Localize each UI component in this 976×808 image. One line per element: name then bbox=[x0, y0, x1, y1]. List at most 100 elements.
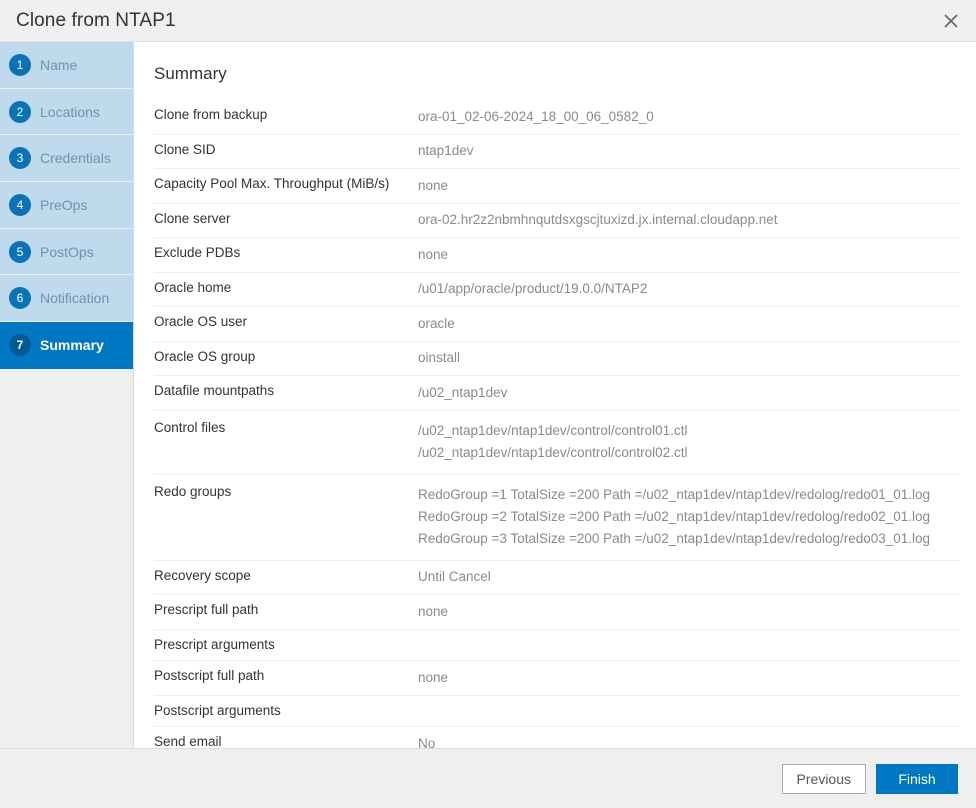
summary-row-label: Postscript arguments bbox=[154, 695, 418, 727]
dialog-body: 1 Name 2 Locations 3 Credentials 4 PreOp… bbox=[0, 42, 976, 748]
summary-row-value: /u01/app/oracle/product/19.0.0/NTAP2 bbox=[418, 272, 960, 307]
summary-row-label: Clone server bbox=[154, 203, 418, 238]
close-icon[interactable] bbox=[936, 6, 966, 36]
summary-value-line: oinstall bbox=[418, 349, 960, 368]
summary-row-label: Clone from backup bbox=[154, 100, 418, 134]
step-number-badge: 6 bbox=[9, 287, 31, 309]
sidebar-item-preops[interactable]: 4 PreOps bbox=[0, 182, 133, 229]
summary-row-label: Recovery scope bbox=[154, 560, 418, 595]
summary-row-value: ora-02.hr2z2nbmhnqutdsxgscjtuxizd.jx.int… bbox=[418, 203, 960, 238]
step-number-badge: 3 bbox=[9, 147, 31, 169]
table-row: Send emailNo bbox=[154, 727, 960, 748]
summary-row-value: ora-01_02-06-2024_18_00_06_0582_0 bbox=[418, 100, 960, 134]
sidebar-filler bbox=[0, 369, 133, 748]
step-number-badge: 7 bbox=[9, 334, 31, 356]
summary-row-value: none bbox=[418, 661, 960, 696]
summary-value-line: none bbox=[418, 602, 960, 621]
summary-value-line: oracle bbox=[418, 314, 960, 333]
clone-wizard-dialog: Clone from NTAP1 1 Name 2 Locations 3 Cr… bbox=[0, 0, 976, 808]
dialog-footer: Previous Finish bbox=[0, 748, 976, 808]
sidebar-item-credentials[interactable]: 3 Credentials bbox=[0, 135, 133, 182]
table-row: Clone serverora-02.hr2z2nbmhnqutdsxgscjt… bbox=[154, 203, 960, 238]
summary-row-value: oracle bbox=[418, 307, 960, 342]
summary-row-value: /u02_ntap1dev bbox=[418, 376, 960, 411]
summary-row-label: Oracle OS group bbox=[154, 341, 418, 376]
table-row: Exclude PDBsnone bbox=[154, 238, 960, 273]
table-row: Oracle OS groupoinstall bbox=[154, 341, 960, 376]
sidebar-item-locations[interactable]: 2 Locations bbox=[0, 89, 133, 136]
summary-value-line: none bbox=[418, 176, 960, 195]
summary-row-label: Redo groups bbox=[154, 474, 418, 560]
table-row: Oracle OS useroracle bbox=[154, 307, 960, 342]
table-row: Postscript full pathnone bbox=[154, 661, 960, 696]
summary-row-value: oinstall bbox=[418, 341, 960, 376]
table-row: Datafile mountpaths/u02_ntap1dev bbox=[154, 376, 960, 411]
wizard-step-sidebar: 1 Name 2 Locations 3 Credentials 4 PreOp… bbox=[0, 42, 134, 748]
summary-row-value: Until Cancel bbox=[418, 560, 960, 595]
summary-row-value: none bbox=[418, 595, 960, 630]
table-row: Prescript full pathnone bbox=[154, 595, 960, 630]
summary-row-value: /u02_ntap1dev/ntap1dev/control/control01… bbox=[418, 410, 960, 474]
sidebar-item-label: Credentials bbox=[40, 150, 111, 166]
summary-row-label: Oracle OS user bbox=[154, 307, 418, 342]
summary-value-line: /u02_ntap1dev/ntap1dev/control/control01… bbox=[418, 420, 960, 442]
table-row: Capacity Pool Max. Throughput (MiB/s)non… bbox=[154, 169, 960, 204]
table-row: Prescript arguments bbox=[154, 629, 960, 661]
summary-table: Clone from backupora-01_02-06-2024_18_00… bbox=[154, 100, 960, 748]
summary-value-line: ntap1dev bbox=[418, 142, 960, 161]
sidebar-item-postops[interactable]: 5 PostOps bbox=[0, 229, 133, 276]
sidebar-item-label: PostOps bbox=[40, 244, 94, 260]
summary-value-line bbox=[418, 637, 960, 640]
previous-button[interactable]: Previous bbox=[782, 764, 866, 794]
table-row: Recovery scopeUntil Cancel bbox=[154, 560, 960, 595]
summary-value-line: RedoGroup =2 TotalSize =200 Path =/u02_n… bbox=[418, 506, 960, 528]
page-title: Summary bbox=[154, 64, 958, 100]
step-number-badge: 1 bbox=[9, 54, 31, 76]
summary-value-line bbox=[418, 703, 960, 706]
summary-row-value bbox=[418, 695, 960, 727]
summary-value-line: Until Cancel bbox=[418, 568, 960, 587]
summary-value-line: /u02_ntap1dev/ntap1dev/control/control02… bbox=[418, 442, 960, 464]
sidebar-item-label: Name bbox=[40, 57, 77, 73]
summary-value-line: none bbox=[418, 245, 960, 264]
sidebar-item-notification[interactable]: 6 Notification bbox=[0, 275, 133, 322]
sidebar-item-label: Summary bbox=[40, 337, 104, 353]
summary-value-line: RedoGroup =3 TotalSize =200 Path =/u02_n… bbox=[418, 528, 960, 550]
summary-row-label: Postscript full path bbox=[154, 661, 418, 696]
table-row: Redo groupsRedoGroup =1 TotalSize =200 P… bbox=[154, 474, 960, 560]
dialog-title: Clone from NTAP1 bbox=[0, 10, 176, 32]
sidebar-item-label: Locations bbox=[40, 104, 100, 120]
table-row: Clone from backupora-01_02-06-2024_18_00… bbox=[154, 100, 960, 134]
step-number-badge: 4 bbox=[9, 194, 31, 216]
summary-row-label: Prescript arguments bbox=[154, 629, 418, 661]
summary-row-label: Datafile mountpaths bbox=[154, 376, 418, 411]
summary-table-body: Clone from backupora-01_02-06-2024_18_00… bbox=[154, 100, 960, 748]
summary-value-line: ora-01_02-06-2024_18_00_06_0582_0 bbox=[418, 107, 960, 126]
table-row: Clone SIDntap1dev bbox=[154, 134, 960, 169]
sidebar-item-label: PreOps bbox=[40, 197, 87, 213]
summary-value-line: /u01/app/oracle/product/19.0.0/NTAP2 bbox=[418, 280, 960, 299]
finish-button[interactable]: Finish bbox=[876, 764, 958, 794]
table-row: Oracle home/u01/app/oracle/product/19.0.… bbox=[154, 272, 960, 307]
summary-row-value: ntap1dev bbox=[418, 134, 960, 169]
sidebar-item-label: Notification bbox=[40, 290, 109, 306]
summary-row-label: Control files bbox=[154, 410, 418, 474]
summary-row-value bbox=[418, 629, 960, 661]
summary-row-value: RedoGroup =1 TotalSize =200 Path =/u02_n… bbox=[418, 474, 960, 560]
dialog-titlebar: Clone from NTAP1 bbox=[0, 0, 976, 42]
summary-row-value: No bbox=[418, 727, 960, 748]
summary-row-label: Oracle home bbox=[154, 272, 418, 307]
table-row: Control files/u02_ntap1dev/ntap1dev/cont… bbox=[154, 410, 960, 474]
summary-panel: Summary Clone from backupora-01_02-06-20… bbox=[134, 42, 976, 748]
summary-row-label: Exclude PDBs bbox=[154, 238, 418, 273]
table-row: Postscript arguments bbox=[154, 695, 960, 727]
summary-row-value: none bbox=[418, 169, 960, 204]
step-number-badge: 5 bbox=[9, 241, 31, 263]
summary-row-label: Capacity Pool Max. Throughput (MiB/s) bbox=[154, 169, 418, 204]
sidebar-item-summary[interactable]: 7 Summary bbox=[0, 322, 133, 369]
summary-row-label: Send email bbox=[154, 727, 418, 748]
summary-row-value: none bbox=[418, 238, 960, 273]
summary-row-label: Prescript full path bbox=[154, 595, 418, 630]
summary-value-line: /u02_ntap1dev bbox=[418, 383, 960, 402]
sidebar-item-name[interactable]: 1 Name bbox=[0, 42, 133, 89]
